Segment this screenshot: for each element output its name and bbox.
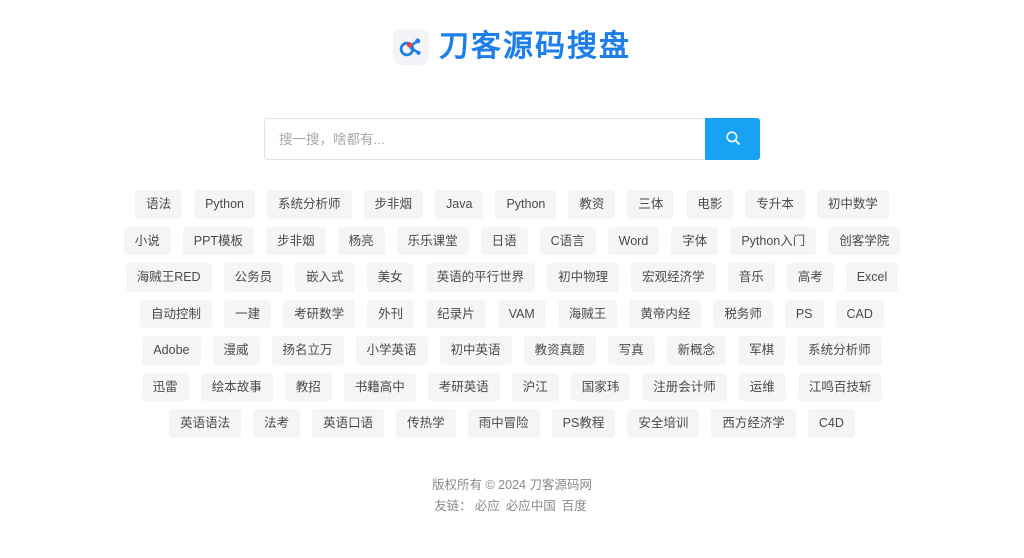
hot-tag[interactable]: 英语语法 <box>169 409 242 438</box>
hot-tag[interactable]: 日语 <box>480 226 528 255</box>
hot-tag[interactable]: 一建 <box>224 299 272 328</box>
hot-tag[interactable]: 江鸣百技斩 <box>797 372 883 401</box>
hot-tag[interactable]: 初中数学 <box>816 190 889 219</box>
search-input[interactable] <box>264 118 705 160</box>
footer-link[interactable]: 百度 <box>562 499 587 513</box>
hot-tag[interactable]: 专升本 <box>745 190 805 219</box>
hot-tag[interactable]: 扬名立万 <box>271 336 344 365</box>
hot-tag[interactable]: 初中物理 <box>547 263 620 292</box>
hot-tag[interactable]: 写真 <box>607 336 655 365</box>
hot-tag[interactable]: 安全培训 <box>627 409 700 438</box>
hot-tag[interactable]: 小学英语 <box>355 336 428 365</box>
hot-tag[interactable]: 乐乐课堂 <box>396 226 469 255</box>
hot-tag[interactable]: 绘本故事 <box>200 372 273 401</box>
hot-tag[interactable]: 西方经济学 <box>711 409 796 438</box>
hot-tag-list: 语法 Python 系统分析师 步非烟 Java Python 教资 三体 电影 专升本 初中数学小… <box>117 190 907 438</box>
hot-tag[interactable]: 注册会计师 <box>642 372 727 401</box>
search-icon <box>724 129 742 150</box>
hot-tag[interactable]: 传热学 <box>396 409 456 438</box>
hot-tag[interactable]: 美女 <box>366 263 414 292</box>
hot-tag[interactable]: 公务员 <box>223 263 284 292</box>
hot-tag[interactable]: 创客学院 <box>828 226 901 255</box>
hot-tag[interactable]: 国家玮 <box>570 372 631 401</box>
hot-tag[interactable]: 英语口语 <box>312 409 385 438</box>
hot-tag[interactable]: 系统分析师 <box>797 336 882 365</box>
hot-tag[interactable]: 纪录片 <box>426 299 486 328</box>
hot-tag[interactable]: 步非烟 <box>363 190 424 219</box>
hot-tag[interactable]: 步非烟 <box>266 226 326 255</box>
hot-tag[interactable]: 字体 <box>671 226 719 255</box>
molecule-logo-icon <box>393 29 429 65</box>
hot-tag[interactable]: Word <box>607 226 660 255</box>
hot-tag[interactable]: 海贼王RED <box>125 263 212 292</box>
hot-tag[interactable]: 教资真题 <box>523 336 596 365</box>
hot-tag[interactable]: 杨亮 <box>337 226 385 255</box>
hot-tag[interactable]: C语言 <box>539 226 596 255</box>
hot-tag[interactable]: 迅雷 <box>141 372 189 401</box>
footer-link[interactable]: 必应中国 <box>506 499 556 513</box>
hot-tag[interactable]: 书籍高中 <box>343 372 416 401</box>
hot-tag[interactable]: 黄帝内经 <box>629 299 702 328</box>
hot-tag[interactable]: 沪江 <box>511 372 559 401</box>
footer-link[interactable]: 必应 <box>475 499 500 513</box>
site-title: 刀客源码搜盘 <box>439 30 631 63</box>
hot-tag[interactable]: 运维 <box>738 372 786 401</box>
hot-tag[interactable]: 电影 <box>686 190 734 219</box>
hot-tag[interactable]: VAM <box>497 299 546 328</box>
hot-tag[interactable]: 新概念 <box>666 336 727 365</box>
hot-tag[interactable]: 考研数学 <box>283 299 356 328</box>
hot-tag[interactable]: 税务师 <box>713 299 773 328</box>
hot-tag[interactable]: 教招 <box>284 372 332 401</box>
hot-tag[interactable]: C4D <box>807 409 855 438</box>
hot-tag[interactable]: Python <box>194 190 255 219</box>
hot-tag[interactable]: 雨中冒险 <box>467 409 540 438</box>
hot-tag[interactable]: 小说 <box>123 226 171 255</box>
footer-links-container: 必应 必应中国 百度 <box>472 499 590 513</box>
hot-tag[interactable]: 法考 <box>253 409 301 438</box>
footer-links-label: 友链： <box>434 499 472 513</box>
hot-tag[interactable]: Excel <box>845 263 899 292</box>
hot-tag[interactable]: 军棋 <box>738 336 786 365</box>
hot-tag[interactable]: 漫威 <box>212 336 260 365</box>
hot-tag[interactable]: PS教程 <box>551 409 616 438</box>
footer-copyright: 版权所有 © 2024 刀客源码网 <box>432 478 592 492</box>
hot-tag[interactable]: Python <box>495 190 557 219</box>
site-logo[interactable]: 刀客源码搜盘 <box>393 22 631 72</box>
hot-tag[interactable]: Adobe <box>142 336 201 365</box>
hot-tag[interactable]: 教资 <box>568 190 616 219</box>
hot-tag[interactable]: Java <box>435 190 484 219</box>
hot-tag[interactable]: CAD <box>835 299 884 328</box>
hot-tag[interactable]: 外刊 <box>367 299 415 328</box>
hot-tag[interactable]: Python入门 <box>730 226 817 255</box>
hot-tag[interactable]: 宏观经济学 <box>631 263 716 292</box>
hot-tag[interactable]: 海贼王 <box>557 299 618 328</box>
hot-tag[interactable]: 英语的平行世界 <box>425 263 536 292</box>
footer: 版权所有 © 2024 刀客源码网 友链： 必应 必应中国 百度 <box>432 475 592 516</box>
hot-tag[interactable]: 自动控制 <box>140 299 213 328</box>
search-button[interactable] <box>705 118 760 160</box>
hot-tag[interactable]: 三体 <box>627 190 675 219</box>
hot-tag[interactable]: 高考 <box>786 263 834 292</box>
footer-friend-links: 友链： 必应 必应中国 百度 <box>432 496 592 516</box>
hot-tag[interactable]: 语法 <box>135 190 183 219</box>
hot-tag[interactable]: PS <box>784 299 824 328</box>
hot-tag[interactable]: PPT模板 <box>182 226 255 255</box>
page-root: 刀客源码搜盘 语法Python系统分析师步非烟JavaPython教资三体电影专… <box>0 0 1024 558</box>
hot-tag[interactable]: 初中英语 <box>439 336 512 365</box>
hot-tag[interactable]: 系统分析师 <box>267 190 352 219</box>
hot-tag[interactable]: 音乐 <box>727 263 775 292</box>
hot-tag[interactable]: 嵌入式 <box>295 263 355 292</box>
hot-tag[interactable]: 考研英语 <box>427 372 500 401</box>
search-bar <box>264 118 760 160</box>
